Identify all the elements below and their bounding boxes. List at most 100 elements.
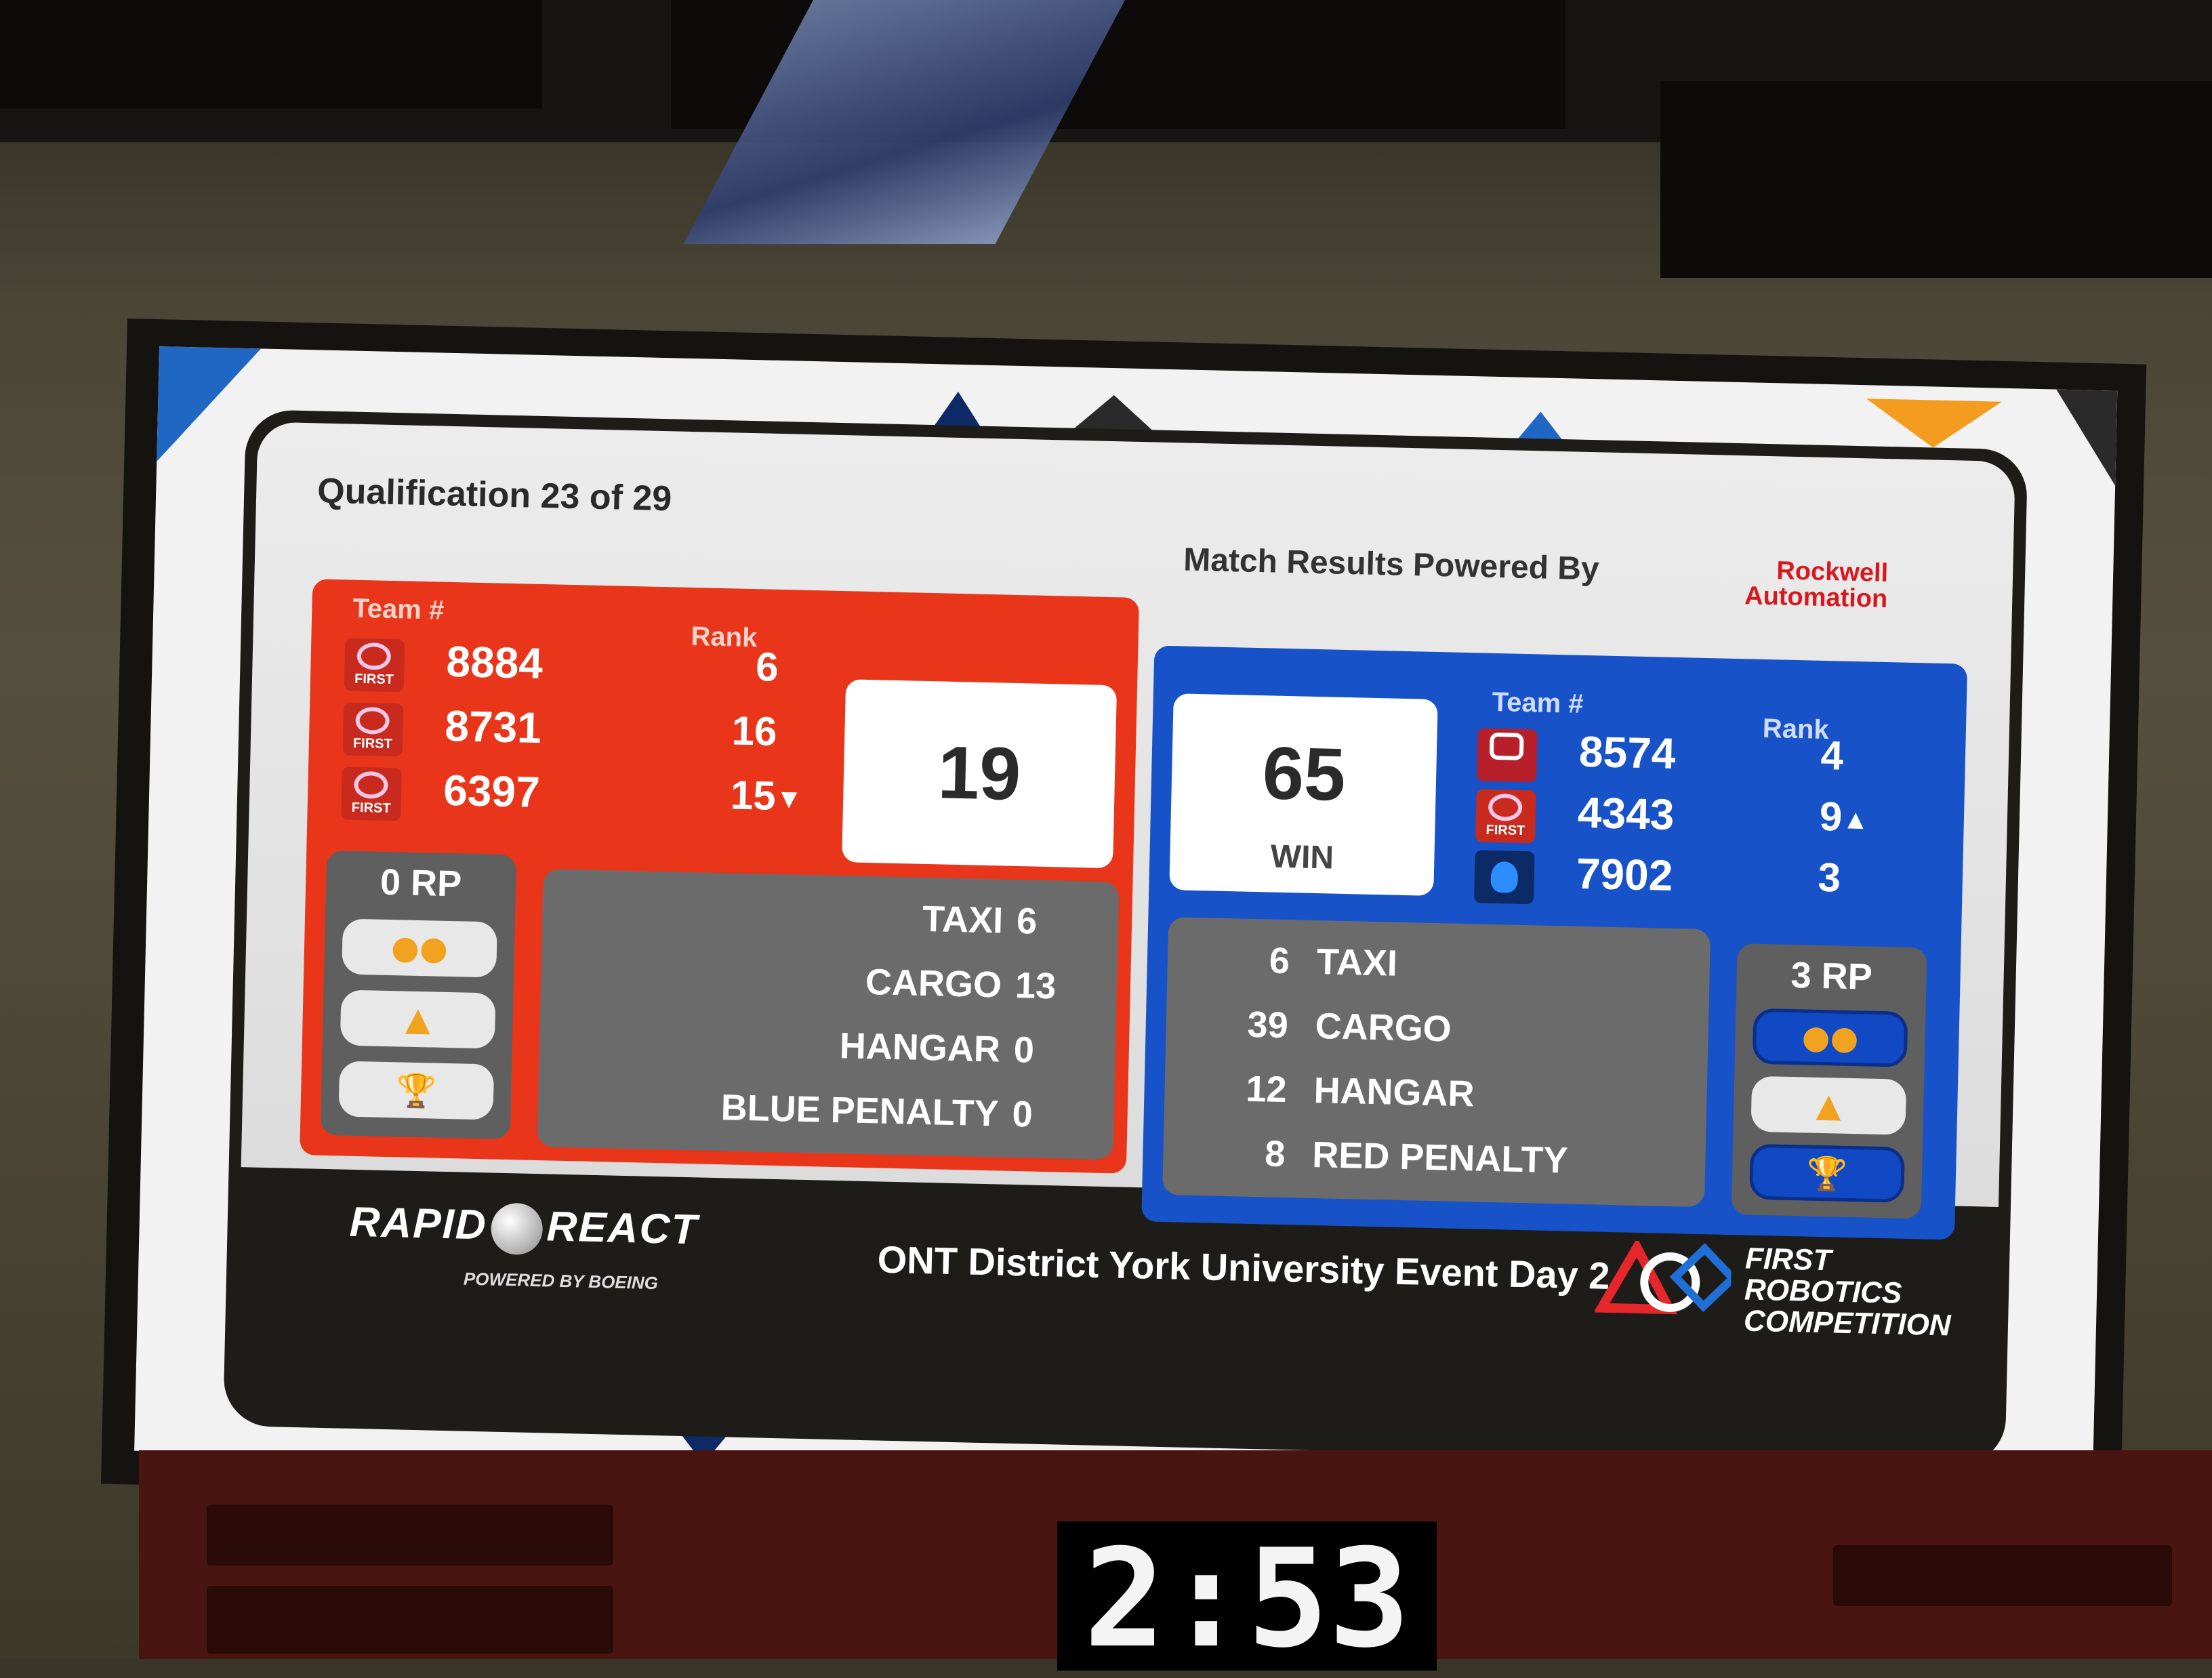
team-row: FIRST 4343 9▲ xyxy=(1475,785,1951,857)
match-title: Qualification 23 of 29 xyxy=(316,471,672,519)
team-rank: 9▲ xyxy=(1774,792,1870,840)
team-row: 7902 3 xyxy=(1473,846,1950,918)
clock-segment-cell xyxy=(207,1505,613,1566)
rank-value: 15 xyxy=(730,772,777,819)
edge-triangle xyxy=(157,346,262,464)
win-rp-indicator: 🏆 xyxy=(1749,1143,1905,1203)
team-rank: 15▼ xyxy=(708,771,804,820)
team-row: 8574 4 xyxy=(1477,724,1952,796)
team-row: FIRST 6397 15▼ xyxy=(341,762,817,834)
frc-line: COMPETITION xyxy=(1743,1304,1952,1343)
red-score: 19 xyxy=(937,731,1022,817)
hangar-icon: ▲ xyxy=(1816,1086,1842,1125)
powered-by-text: Match Results Powered By xyxy=(1183,541,1600,588)
win-rp-indicator: 🏆 xyxy=(338,1061,495,1120)
team-header: Team # xyxy=(1492,687,1584,719)
cargo-ball-icon xyxy=(490,1202,544,1255)
breakdown-row: 12 HANGAR xyxy=(1164,1066,1708,1132)
breakdown-value: 8 xyxy=(1264,1133,1286,1175)
team-number: 8731 xyxy=(444,701,542,753)
red-score-box: 19 xyxy=(842,679,1118,869)
first-logo-icon: FIRST xyxy=(341,766,403,821)
trophy-icon: 🏆 xyxy=(395,1071,437,1111)
rp-count: 3 RP xyxy=(1790,954,1873,998)
team-number: 7902 xyxy=(1576,848,1674,900)
screen-display: Qualification 23 of 29 Match Results Pow… xyxy=(134,346,2118,1496)
blue-alliance-panel: 65 WIN Team # Rank 8574 4 FIRST 4343 9▲ … xyxy=(1141,645,1968,1240)
breakdown-value: 12 xyxy=(1245,1068,1288,1111)
blue-score: 65 xyxy=(1261,731,1347,817)
breakdown-label: RED PENALTY xyxy=(1311,1134,1569,1181)
hangar-icon: ▲ xyxy=(405,1000,431,1039)
breakdown-row: 39 CARGO xyxy=(1166,1002,1709,1068)
cargo-balls-icon: ●● xyxy=(390,928,449,968)
rank-down-icon: ▼ xyxy=(775,783,803,815)
blue-score-breakdown: 6 TAXI 39 CARGO 12 HANGAR 8 RED PENALTY xyxy=(1162,917,1711,1208)
breakdown-value: 0 xyxy=(1012,1093,1033,1135)
win-label: WIN xyxy=(1270,838,1334,876)
hangar-rp-indicator: ▲ xyxy=(1750,1076,1907,1135)
trophy-icon: 🏆 xyxy=(1806,1154,1848,1193)
breakdown-label: HANGAR xyxy=(839,1025,1001,1070)
breakdown-value: 6 xyxy=(1269,940,1290,982)
clock-segment-cell xyxy=(1833,1545,2172,1606)
event-name: ONT District York University Event Day 2 xyxy=(877,1237,1611,1297)
breakdown-row: 6 TAXI xyxy=(1167,937,1711,1004)
rp-count: 0 RP xyxy=(380,861,462,905)
edge-triangle xyxy=(1865,398,2002,449)
team-number: 6397 xyxy=(443,765,541,817)
ceiling-window xyxy=(0,0,542,108)
breakdown-label: CARGO xyxy=(865,961,1002,1006)
team-number: 4343 xyxy=(1577,787,1675,839)
rank-value: 6 xyxy=(755,644,779,690)
hangar-rp-indicator: ▲ xyxy=(340,989,496,1049)
team-rank: 3 xyxy=(1745,852,1841,901)
blue-score-box: 65 WIN xyxy=(1169,693,1438,896)
frc-logo-text: FIRST ROBOTICS COMPETITION xyxy=(1743,1242,1953,1343)
team-logo-icon xyxy=(1473,850,1535,905)
first-logo-icon: FIRST xyxy=(342,702,404,757)
team-rank: 16 xyxy=(682,706,778,755)
breakdown-label: CARGO xyxy=(1315,1006,1452,1050)
game-clock: 2:53 xyxy=(1057,1521,1437,1677)
red-rp-panel: 0 RP ●● ▲ 🏆 xyxy=(320,850,517,1140)
clock-segment-cell xyxy=(207,1586,613,1654)
results-area: Qualification 23 of 29 Match Results Pow… xyxy=(241,422,2015,1240)
breakdown-value: 39 xyxy=(1247,1004,1289,1046)
game-logo-text: RAPID xyxy=(349,1198,488,1249)
breakdown-value: 6 xyxy=(1016,901,1038,942)
breakdown-row: 8 RED PENALTY xyxy=(1162,1130,1706,1197)
breakdown-value: 13 xyxy=(1015,964,1057,1007)
game-sponsor-logo: POWERED BY BOEING xyxy=(463,1268,659,1294)
sponsor-logo: Rockwell Automation xyxy=(1684,556,1889,613)
team-logo-icon xyxy=(1477,728,1538,783)
first-logo-icon: FIRST xyxy=(344,638,405,693)
team-rank: 6 xyxy=(683,642,779,691)
frc-logo-icon xyxy=(1595,1240,1732,1315)
rank-value: 4 xyxy=(1820,732,1844,779)
rank-value: 16 xyxy=(731,708,778,754)
breakdown-label: TAXI xyxy=(922,898,1004,941)
cargo-rp-indicator: ●● xyxy=(342,918,497,978)
results-panel: Qualification 23 of 29 Match Results Pow… xyxy=(222,409,2028,1467)
scoreboard-screen: Qualification 23 of 29 Match Results Pow… xyxy=(100,319,2147,1530)
team-header: Team # xyxy=(352,593,445,626)
ceiling-window xyxy=(1660,81,2212,278)
rank-up-icon: ▲ xyxy=(1841,804,1870,836)
blue-rp-panel: 3 RP ●● ▲ 🏆 xyxy=(1731,943,1927,1219)
breakdown-label: TAXI xyxy=(1316,941,1398,984)
first-logo-icon: FIRST xyxy=(1475,789,1536,844)
cargo-balls-icon: ●● xyxy=(1801,1018,1860,1058)
game-logo-text: REACT xyxy=(546,1203,699,1254)
breakdown-label: HANGAR xyxy=(1313,1070,1475,1115)
breakdown-row: BLUE PENALTY 0 xyxy=(537,1082,1115,1149)
breakdown-row: TAXI 6 xyxy=(541,889,1119,956)
edge-triangle xyxy=(2054,389,2118,486)
game-logo: RAPID REACT xyxy=(349,1198,699,1258)
red-score-breakdown: TAXI 6 CARGO 13 HANGAR 0 BLUE PENALTY 0 xyxy=(537,869,1120,1160)
rank-value: 9 xyxy=(1819,793,1843,840)
breakdown-label: BLUE PENALTY xyxy=(720,1087,1000,1134)
team-row: FIRST 8731 16 xyxy=(342,698,818,770)
team-row: FIRST 8884 6 xyxy=(344,634,819,705)
red-alliance-panel: Team # Rank FIRST 8884 6 FIRST 8731 16 F… xyxy=(300,579,1140,1174)
